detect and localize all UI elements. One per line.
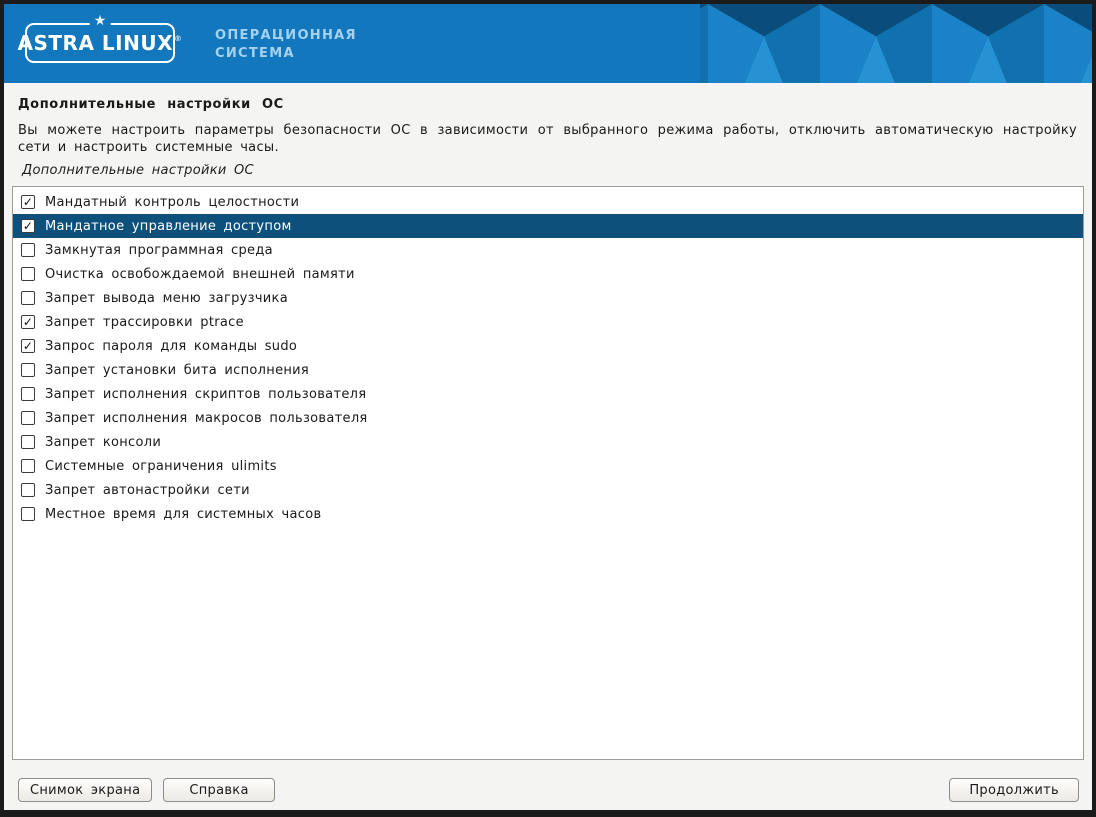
- logo-text: ASTRA LINUX®: [18, 31, 183, 55]
- option-label: Запрет автонастройки сети: [45, 483, 250, 498]
- checkbox[interactable]: [21, 483, 35, 497]
- option-label: Запрет исполнения макросов пользователя: [45, 411, 368, 426]
- checkbox[interactable]: ✓: [21, 315, 35, 329]
- installer-window: ★ ASTRA LINUX® ОПЕРАЦИОННАЯ СИСТЕМА Допо…: [0, 0, 1096, 817]
- checkbox[interactable]: ✓: [21, 339, 35, 353]
- options-list-caption: Дополнительные настройки ОС: [22, 163, 1078, 178]
- option-label: Запрет трассировки ptrace: [45, 315, 244, 330]
- option-row[interactable]: Очистка освобождаемой внешней памяти: [13, 262, 1083, 286]
- option-row[interactable]: Системные ограничения ulimits: [13, 454, 1083, 478]
- help-button[interactable]: Справка: [163, 778, 274, 802]
- option-row[interactable]: Запрет исполнения макросов пользователя: [13, 406, 1083, 430]
- option-label: Запрет исполнения скриптов пользователя: [45, 387, 366, 402]
- option-label: Системные ограничения ulimits: [45, 459, 277, 474]
- checkbox[interactable]: ✓: [21, 219, 35, 233]
- page-title: Дополнительные настройки ОС: [18, 97, 1078, 112]
- continue-button[interactable]: Продолжить: [949, 778, 1079, 802]
- registered-trademark-icon: ®: [174, 34, 183, 43]
- option-row[interactable]: Запрет автонастройки сети: [13, 478, 1083, 502]
- option-label: Замкнутая программная среда: [45, 243, 273, 258]
- option-row[interactable]: ✓ Мандатный контроль целостности: [13, 190, 1083, 214]
- option-label: Очистка освобождаемой внешней памяти: [45, 267, 355, 282]
- checkbox[interactable]: [21, 411, 35, 425]
- option-row[interactable]: Запрет консоли: [13, 430, 1083, 454]
- footer-bar: Снимок экрана Справка Продолжить: [18, 778, 1079, 802]
- screenshot-button[interactable]: Снимок экрана: [18, 778, 152, 802]
- page-description: Вы можете настроить параметры безопаснос…: [18, 122, 1077, 156]
- option-label: Запрет консоли: [45, 435, 161, 450]
- checkbox[interactable]: [21, 267, 35, 281]
- option-row[interactable]: Местное время для системных часов: [13, 502, 1083, 526]
- option-row[interactable]: Замкнутая программная среда: [13, 238, 1083, 262]
- options-list: ✓ Мандатный контроль целостности ✓ Манда…: [12, 186, 1084, 760]
- option-label: Мандатное управление доступом: [45, 219, 292, 234]
- logo-tagline: ОПЕРАЦИОННАЯ СИСТЕМА: [215, 27, 357, 63]
- option-row[interactable]: ✓ Запрет трассировки ptrace: [13, 310, 1083, 334]
- star-icon: ★: [90, 14, 111, 28]
- checkbox[interactable]: [21, 387, 35, 401]
- option-row[interactable]: Запрет установки бита исполнения: [13, 358, 1083, 382]
- header-banner: ★ ASTRA LINUX® ОПЕРАЦИОННАЯ СИСТЕМА: [4, 4, 1092, 83]
- checkbox[interactable]: [21, 363, 35, 377]
- tagline-line-1: ОПЕРАЦИОННАЯ: [215, 27, 357, 45]
- option-row[interactable]: Запрет вывода меню загрузчика: [13, 286, 1083, 310]
- option-label: Запрет вывода меню загрузчика: [45, 291, 288, 306]
- option-row[interactable]: ✓ Запрос пароля для команды sudo: [13, 334, 1083, 358]
- checkbox[interactable]: [21, 291, 35, 305]
- option-label: Мандатный контроль целостности: [45, 195, 299, 210]
- checkbox[interactable]: [21, 507, 35, 521]
- checkbox[interactable]: [21, 435, 35, 449]
- option-row[interactable]: Запрет исполнения скриптов пользователя: [13, 382, 1083, 406]
- option-label: Запрет установки бита исполнения: [45, 363, 309, 378]
- tagline-line-2: СИСТЕМА: [215, 45, 357, 63]
- checkbox[interactable]: ✓: [21, 195, 35, 209]
- footer-left-buttons: Снимок экрана Справка: [18, 778, 275, 802]
- header-diamond-pattern: [700, 4, 1092, 83]
- astra-linux-logo: ★ ASTRA LINUX®: [25, 23, 175, 63]
- checkbox[interactable]: [21, 459, 35, 473]
- option-row[interactable]: ✓ Мандатное управление доступом: [13, 214, 1083, 238]
- option-label: Запрос пароля для команды sudo: [45, 339, 297, 354]
- checkbox[interactable]: [21, 243, 35, 257]
- option-label: Местное время для системных часов: [45, 507, 321, 522]
